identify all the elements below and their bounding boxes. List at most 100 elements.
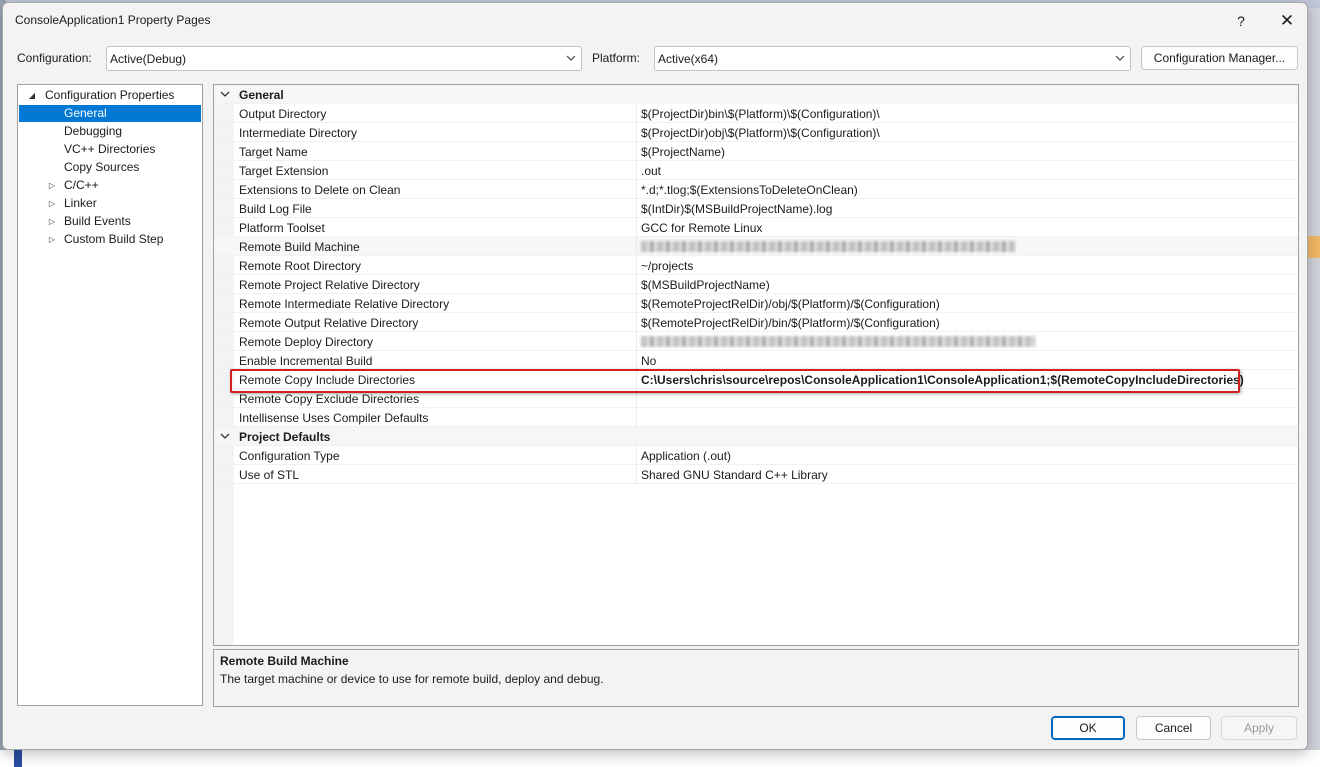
tree-item-label: Copy Sources xyxy=(64,160,140,174)
redacted-value[interactable] xyxy=(641,336,1035,347)
property-value[interactable]: $(RemoteProjectRelDir)/obj/$(Platform)/$… xyxy=(641,297,940,311)
property-name: Output Directory xyxy=(239,107,327,121)
close-button[interactable]: ✕ xyxy=(1267,7,1307,35)
property-row-remote-build-machine[interactable]: Remote Build Machine xyxy=(214,237,1298,256)
property-name: Remote Copy Include Directories xyxy=(239,373,416,387)
property-value[interactable]: $(ProjectName) xyxy=(641,145,725,159)
tree-root-configuration-properties[interactable]: ◢ Configuration Properties xyxy=(19,87,201,104)
property-value[interactable]: Application (.out) xyxy=(641,449,731,463)
property-row-enable-incremental-build[interactable]: Enable Incremental Build No xyxy=(214,351,1298,370)
property-value[interactable]: Shared GNU Standard C++ Library xyxy=(641,468,828,482)
description-panel: Remote Build Machine The target machine … xyxy=(213,649,1299,707)
tree-item-copy-sources[interactable]: Copy Sources xyxy=(19,159,201,176)
tree-item-label: Configuration Properties xyxy=(45,88,175,102)
property-value[interactable]: $(ProjectDir)obj\$(Platform)\$(Configura… xyxy=(641,126,880,140)
property-row-remote-copy-exclude-directories[interactable]: Remote Copy Exclude Directories xyxy=(214,389,1298,408)
ok-button[interactable]: OK xyxy=(1051,716,1125,740)
expand-triangle-icon[interactable]: ▷ xyxy=(47,213,57,230)
column-separator xyxy=(636,332,637,351)
platform-dropdown[interactable]: Active(x64) xyxy=(654,46,1131,71)
configuration-label: Configuration: xyxy=(17,51,92,65)
tree-item-label: VC++ Directories xyxy=(64,142,156,156)
tree-item-build-events[interactable]: ▷ Build Events xyxy=(19,213,201,230)
tree-item-linker[interactable]: ▷ Linker xyxy=(19,195,201,212)
property-name: Remote Root Directory xyxy=(239,259,362,273)
tree-item-debugging[interactable]: Debugging xyxy=(19,123,201,140)
property-row-remote-output-relative-directory[interactable]: Remote Output Relative Directory $(Remote… xyxy=(214,313,1298,332)
column-separator xyxy=(636,256,637,275)
property-name: Configuration Type xyxy=(239,449,340,463)
property-row-intermediate-directory[interactable]: Intermediate Directory $(ProjectDir)obj\$… xyxy=(214,123,1298,142)
property-row-target-extension[interactable]: Target Extension .out xyxy=(214,161,1298,180)
tree-item-custom-build-step[interactable]: ▷ Custom Build Step xyxy=(19,231,201,248)
property-value[interactable]: No xyxy=(641,354,656,368)
column-separator xyxy=(636,218,637,237)
property-value[interactable]: GCC for Remote Linux xyxy=(641,221,762,235)
close-icon: ✕ xyxy=(1279,11,1295,30)
tree-item-cpp[interactable]: ▷ C/C++ xyxy=(19,177,201,194)
property-row-target-name[interactable]: Target Name $(ProjectName) xyxy=(214,142,1298,161)
property-grid: General Output Directory $(ProjectDir)bin… xyxy=(213,84,1299,646)
property-row-remote-copy-include-directories[interactable]: Remote Copy Include Directories C:\Users\… xyxy=(214,370,1298,389)
property-row-intellisense-compiler-defaults[interactable]: Intellisense Uses Compiler Defaults xyxy=(214,408,1298,427)
configuration-manager-button[interactable]: Configuration Manager... xyxy=(1141,46,1298,70)
expand-triangle-icon[interactable]: ▷ xyxy=(47,177,57,194)
cancel-button[interactable]: Cancel xyxy=(1136,716,1211,740)
property-row-remote-root-directory[interactable]: Remote Root Directory ~/projects xyxy=(214,256,1298,275)
column-separator xyxy=(636,161,637,180)
property-value[interactable]: ~/projects xyxy=(641,259,693,273)
configuration-value: Active(Debug) xyxy=(110,52,187,66)
property-row-configuration-type[interactable]: Configuration Type Application (.out) xyxy=(214,446,1298,465)
property-value[interactable]: $(MSBuildProjectName) xyxy=(641,278,770,292)
property-row-output-directory[interactable]: Output Directory $(ProjectDir)bin\$(Platf… xyxy=(214,104,1298,123)
help-button[interactable]: ? xyxy=(1221,7,1261,35)
property-name: Remote Project Relative Directory xyxy=(239,278,420,292)
column-separator xyxy=(636,180,637,199)
expand-triangle-icon[interactable]: ▷ xyxy=(47,231,57,248)
property-value[interactable]: $(ProjectDir)bin\$(Platform)\$(Configura… xyxy=(641,107,880,121)
property-value[interactable]: C:\Users\chris\source\repos\ConsoleAppli… xyxy=(641,373,1244,387)
property-value[interactable]: $(RemoteProjectRelDir)/bin/$(Platform)/$… xyxy=(641,316,940,330)
category-project-defaults[interactable]: Project Defaults xyxy=(214,427,1298,446)
tree-item-general[interactable]: General xyxy=(19,105,201,122)
property-name: Remote Build Machine xyxy=(239,240,360,254)
property-pages-dialog: ConsoleApplication1 Property Pages ? ✕ C… xyxy=(2,2,1308,750)
property-row-remote-deploy-directory[interactable]: Remote Deploy Directory xyxy=(214,332,1298,351)
column-separator xyxy=(636,199,637,218)
property-row-remote-intermediate-relative-directory[interactable]: Remote Intermediate Relative Directory $(… xyxy=(214,294,1298,313)
expand-triangle-icon[interactable]: ▷ xyxy=(47,195,57,212)
property-name: Intellisense Uses Compiler Defaults xyxy=(239,411,429,425)
platform-label: Platform: xyxy=(592,51,641,65)
property-row-extensions-to-delete[interactable]: Extensions to Delete on Clean *.d;*.tlog;… xyxy=(214,180,1298,199)
column-separator xyxy=(636,389,637,408)
apply-button[interactable]: Apply xyxy=(1221,716,1297,740)
chevron-down-icon[interactable] xyxy=(219,88,231,100)
property-row-build-log-file[interactable]: Build Log File $(IntDir)$(MSBuildProjectN… xyxy=(214,199,1298,218)
property-value[interactable]: *.d;*.tlog;$(ExtensionsToDeleteOnClean) xyxy=(641,183,858,197)
property-value[interactable]: .out xyxy=(641,164,661,178)
tree-item-vcpp-directories[interactable]: VC++ Directories xyxy=(19,141,201,158)
configuration-dropdown[interactable]: Active(Debug) xyxy=(106,46,582,71)
column-separator xyxy=(636,237,637,256)
property-value[interactable]: $(IntDir)$(MSBuildProjectName).log xyxy=(641,202,832,216)
background-bar xyxy=(14,750,22,767)
property-name: Use of STL xyxy=(239,468,300,482)
window-title: ConsoleApplication1 Property Pages xyxy=(15,13,211,27)
tree-item-label: Build Events xyxy=(64,214,131,228)
property-row-use-of-stl[interactable]: Use of STL Shared GNU Standard C++ Librar… xyxy=(214,465,1298,484)
background-accent xyxy=(1308,236,1320,258)
chevron-down-icon xyxy=(1115,55,1125,61)
background-taskbar xyxy=(0,750,1320,767)
property-row-remote-project-relative-directory[interactable]: Remote Project Relative Directory $(MSBui… xyxy=(214,275,1298,294)
chevron-down-icon[interactable] xyxy=(219,430,231,442)
help-icon: ? xyxy=(1237,13,1245,29)
redacted-value[interactable] xyxy=(641,241,1015,252)
property-name: Target Extension xyxy=(239,164,329,178)
property-name: Build Log File xyxy=(239,202,312,216)
collapse-triangle-icon[interactable]: ◢ xyxy=(27,87,37,104)
platform-value: Active(x64) xyxy=(658,52,719,66)
category-general[interactable]: General xyxy=(214,85,1298,104)
column-separator xyxy=(636,351,637,370)
property-row-platform-toolset[interactable]: Platform Toolset GCC for Remote Linux xyxy=(214,218,1298,237)
column-separator xyxy=(636,275,637,294)
